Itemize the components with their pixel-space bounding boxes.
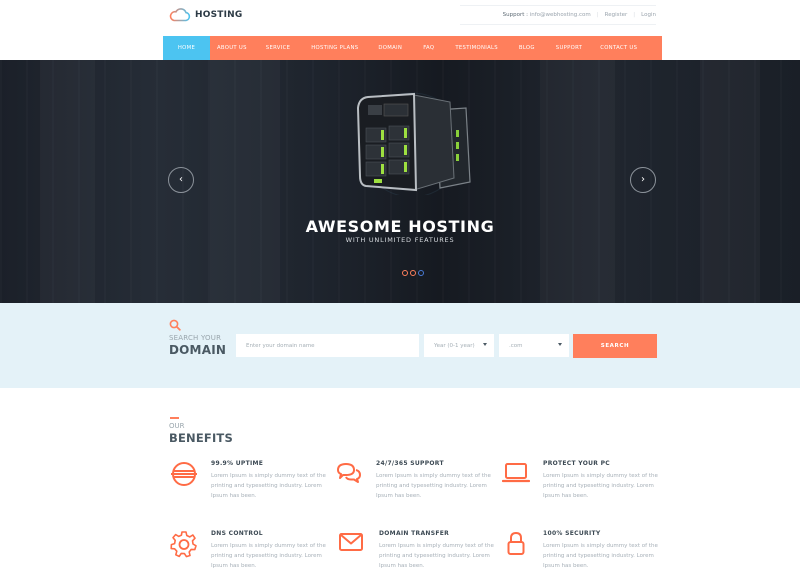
background-server-rack — [210, 60, 280, 303]
nav-item-faq[interactable]: FAQ — [412, 36, 445, 60]
nav-item-blog[interactable]: BLOG — [508, 36, 546, 60]
benefits-heading: BENEFITS — [169, 431, 233, 445]
nav-item-contact-us[interactable]: CONTACT US — [592, 36, 645, 60]
login-link[interactable]: Login — [641, 12, 656, 18]
lock-icon — [507, 531, 525, 555]
brand-name: HOSTING — [195, 10, 243, 20]
benefit-item: 99.9% UPTIME Lorem Ipsum is simply dummy… — [170, 460, 330, 510]
nav-item-support[interactable]: SUPPORT — [546, 36, 592, 60]
benefit-text: Lorem Ipsum is simply dummy text of the … — [543, 473, 658, 499]
benefit-text: Lorem Ipsum is simply dummy text of the … — [543, 543, 658, 569]
hero-subtitle: WITH UNLIMITED FEATURES — [345, 236, 455, 244]
domain-search-section: SEARCH YOUR DOMAIN Year (0-1 year) .com … — [0, 303, 800, 388]
benefit-item: PROTECT YOUR PC Lorem Ipsum is simply du… — [502, 460, 662, 510]
divider: | — [633, 12, 636, 18]
background-server-rack — [40, 60, 95, 303]
nav-item-about-us[interactable]: ABOUT US — [210, 36, 255, 60]
caret-down-icon — [483, 343, 487, 346]
logo[interactable]: HOSTING — [169, 8, 242, 22]
search-button[interactable]: SEARCH — [573, 334, 657, 358]
tld-select-value: .com — [509, 342, 523, 349]
top-header: HOSTING Support : info@webhosting.com | … — [0, 0, 800, 36]
nav-item-domain[interactable]: DOMAIN — [368, 36, 412, 60]
search-label-small: SEARCH YOUR — [169, 334, 222, 342]
benefit-item: 24/7/365 SUPPORT Lorem Ipsum is simply d… — [335, 460, 495, 510]
hero-title: AWESOME HOSTING — [305, 217, 495, 236]
top-links: Support : info@webhosting.com | Register… — [460, 5, 656, 25]
server-image — [356, 92, 471, 195]
slider-pagination — [402, 270, 424, 276]
benefit-text: Lorem Ipsum is simply dummy text of the … — [211, 473, 326, 499]
envelope-icon — [339, 533, 363, 551]
tld-select[interactable]: .com — [499, 334, 569, 357]
uptime-icon — [171, 462, 197, 486]
slider-prev-button[interactable]: ‹ — [168, 167, 194, 193]
gear-icon — [170, 531, 197, 558]
chat-icon — [337, 463, 361, 483]
caret-down-icon — [558, 343, 562, 346]
support-email-link[interactable]: info@webhosting.com — [530, 12, 591, 18]
slider-next-button[interactable]: › — [630, 167, 656, 193]
benefit-text: Lorem Ipsum is simply dummy text of the … — [211, 543, 326, 569]
cloud-logo-icon — [169, 8, 191, 22]
hero-slider: ‹ › AWESOME HOSTING WITH UNLIMITED FEATU… — [0, 60, 800, 303]
slider-dot-active[interactable] — [418, 270, 424, 276]
benefit-item: 100% SECURITY Lorem Ipsum is simply dumm… — [502, 530, 662, 580]
search-label-big: DOMAIN — [169, 343, 227, 357]
slider-dot[interactable] — [410, 270, 416, 276]
background-server-rack — [540, 60, 615, 303]
year-select[interactable]: Year (0-1 year) — [424, 334, 494, 357]
benefit-title: 100% SECURITY — [543, 530, 601, 537]
section-accent-bar — [170, 417, 179, 419]
background-server-rack — [700, 60, 760, 303]
benefit-title: PROTECT YOUR PC — [543, 460, 611, 467]
nav-item-home[interactable]: HOME — [163, 36, 210, 60]
nav-item-hosting-plans[interactable]: HOSTING PLANS — [301, 36, 368, 60]
benefits-label-small: OUR — [169, 422, 185, 430]
benefit-title: 24/7/365 SUPPORT — [376, 460, 444, 467]
benefit-text: Lorem Ipsum is simply dummy text of the … — [376, 473, 491, 499]
domain-name-input[interactable] — [236, 334, 419, 357]
slider-dot[interactable] — [402, 270, 408, 276]
benefit-item: DOMAIN TRANSFER Lorem Ipsum is simply du… — [338, 530, 498, 580]
benefit-item: DNS CONTROL Lorem Ipsum is simply dummy … — [170, 530, 330, 580]
nav-item-service[interactable]: SERVICE — [255, 36, 301, 60]
main-nav: HOME ABOUT US SERVICE HOSTING PLANS DOMA… — [163, 36, 662, 60]
benefit-text: Lorem Ipsum is simply dummy text of the … — [379, 543, 494, 569]
benefit-title: DNS CONTROL — [211, 530, 263, 537]
laptop-icon — [502, 463, 530, 483]
benefit-title: DOMAIN TRANSFER — [379, 530, 450, 537]
benefit-title: 99.9% UPTIME — [211, 460, 264, 467]
nav-item-testimonials[interactable]: TESTIMONIALS — [445, 36, 508, 60]
support-label: Support : — [502, 12, 528, 18]
chevron-left-icon: ‹ — [179, 174, 183, 185]
chevron-right-icon: › — [641, 174, 645, 185]
register-link[interactable]: Register — [605, 12, 628, 18]
divider: | — [596, 12, 599, 18]
search-icon — [169, 319, 181, 331]
year-select-value: Year (0-1 year) — [434, 342, 475, 349]
